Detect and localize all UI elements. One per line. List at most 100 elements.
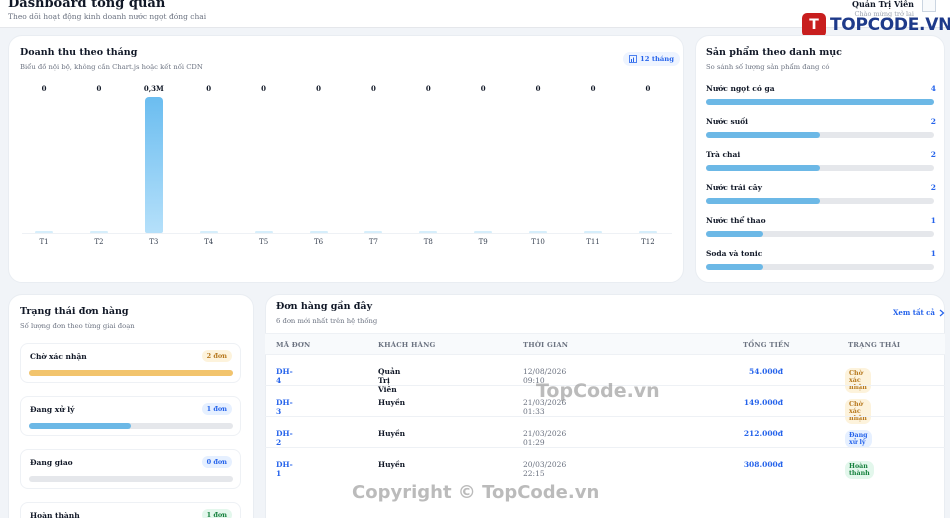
category-track bbox=[706, 264, 934, 270]
status-track bbox=[29, 423, 233, 429]
status-fill bbox=[29, 423, 131, 429]
category-name: Soda và tonic bbox=[706, 249, 763, 258]
order-status-title: Trạng thái đơn hàng bbox=[20, 306, 129, 317]
category-track bbox=[706, 99, 934, 105]
order-total: 212.000đ bbox=[743, 429, 783, 438]
bar-value-label: 0 bbox=[535, 84, 541, 93]
bar-t6 bbox=[309, 231, 328, 233]
x-tick-label: T8 bbox=[423, 238, 433, 246]
category-track bbox=[706, 132, 934, 138]
orders-table-header bbox=[265, 333, 945, 355]
category-row: Nước suối 2 bbox=[706, 117, 936, 147]
bar-t3 bbox=[144, 97, 163, 233]
order-customer: Huyền bbox=[378, 398, 406, 407]
category-row: Trà chai 2 bbox=[706, 150, 936, 180]
x-tick-label: T3 bbox=[149, 238, 159, 246]
status-item[interactable]: Đang giao 0 đơn bbox=[20, 449, 241, 489]
x-tick-label: T1 bbox=[39, 238, 49, 246]
row-divider bbox=[265, 416, 945, 417]
category-track bbox=[706, 198, 934, 204]
category-name: Trà chai bbox=[706, 150, 741, 159]
logo-mark-icon: T bbox=[802, 13, 826, 37]
period-filter-label: 12 tháng bbox=[640, 55, 675, 63]
status-item[interactable]: Đang xử lý 1 đơn bbox=[20, 396, 241, 436]
x-tick-label: T7 bbox=[368, 238, 378, 246]
x-tick-label: T5 bbox=[259, 238, 269, 246]
order-id-link[interactable]: DH-2 bbox=[276, 429, 293, 447]
x-tick-label: T9 bbox=[478, 238, 488, 246]
bar-value-label: 0,3M bbox=[143, 84, 164, 93]
status-fill bbox=[29, 370, 233, 376]
page-title: Dashboard tổng quan bbox=[8, 0, 166, 11]
bar-t8 bbox=[419, 231, 438, 233]
order-status-badge: Chờ xác nhận bbox=[845, 399, 871, 424]
category-fill bbox=[706, 132, 820, 138]
category-count: 1 bbox=[930, 216, 936, 225]
bar-value-label: 0 bbox=[370, 84, 376, 93]
bar-value-label: 0 bbox=[96, 84, 102, 93]
status-name: Chờ xác nhận bbox=[30, 352, 87, 361]
bar-t7 bbox=[364, 231, 383, 233]
bar-t9 bbox=[474, 231, 493, 233]
watermark-copyright: Copyright © TopCode.vn bbox=[352, 482, 600, 503]
category-count: 2 bbox=[930, 150, 936, 159]
chart-baseline bbox=[22, 233, 672, 234]
bar-t1 bbox=[35, 231, 53, 233]
status-item[interactable]: Chờ xác nhận 2 đơn bbox=[20, 343, 241, 383]
bar-t5 bbox=[254, 231, 273, 233]
category-fill bbox=[706, 165, 820, 171]
order-total: 54.000đ bbox=[749, 367, 783, 376]
order-status-badge: Hoàn thành bbox=[845, 461, 874, 479]
order-id-link[interactable]: DH-4 bbox=[276, 367, 293, 385]
status-name: Đang xử lý bbox=[30, 405, 75, 414]
x-tick-label: T2 bbox=[94, 238, 104, 246]
col-header-total: TỔNG TIỀN bbox=[743, 341, 790, 349]
user-avatar-icon[interactable] bbox=[922, 0, 936, 12]
order-customer: Huyền bbox=[378, 460, 406, 469]
period-filter-button[interactable]: 12 tháng bbox=[623, 52, 681, 66]
x-tick-label: T12 bbox=[641, 238, 655, 246]
bar-t12 bbox=[638, 231, 657, 233]
bar-value-label: 0 bbox=[206, 84, 212, 93]
bar-value-label: 0 bbox=[425, 84, 431, 93]
logo-text: TOPCODE.VN bbox=[830, 15, 950, 35]
status-item[interactable]: Hoàn thành 1 đơn bbox=[20, 502, 241, 518]
category-subtitle: So sánh số lượng sản phẩm đang có bbox=[706, 63, 830, 71]
bar-t2 bbox=[89, 231, 108, 233]
order-total: 149.000đ bbox=[743, 398, 783, 407]
col-header-id: MÃ ĐƠN bbox=[276, 341, 311, 349]
category-count: 2 bbox=[930, 117, 936, 126]
col-header-customer: KHÁCH HÀNG bbox=[378, 341, 436, 349]
category-row: Soda và tonic 1 bbox=[706, 249, 936, 279]
user-name[interactable]: Quản Trị Viên bbox=[852, 0, 914, 9]
order-id-link[interactable]: DH-3 bbox=[276, 398, 293, 416]
order-status-subtitle: Số lượng đơn theo từng giai đoạn bbox=[20, 322, 135, 330]
category-row: Nước thể thao 1 bbox=[706, 216, 936, 246]
bar-value-label: 0 bbox=[316, 84, 321, 93]
category-row: Nước trái cây 2 bbox=[706, 183, 936, 213]
category-count: 2 bbox=[930, 183, 936, 192]
category-title: Sản phẩm theo danh mục bbox=[706, 47, 842, 58]
revenue-subtitle: Biểu đồ nội bộ, không cần Chart.js hoặc … bbox=[20, 63, 203, 71]
category-row: Nước ngọt có ga 4 bbox=[706, 84, 936, 114]
revenue-title: Doanh thu theo tháng bbox=[20, 47, 138, 58]
status-count-badge: 0 đơn bbox=[201, 456, 232, 468]
category-name: Nước thể thao bbox=[706, 216, 766, 225]
recent-orders-subtitle: 6 đơn mới nhất trên hệ thống bbox=[276, 317, 378, 325]
category-count: 4 bbox=[930, 84, 936, 93]
view-all-link[interactable]: Xem tất cả bbox=[893, 308, 945, 317]
bar-t4 bbox=[199, 231, 218, 233]
category-fill bbox=[706, 198, 820, 204]
bar-value-label: 0 bbox=[480, 84, 486, 93]
recent-orders-title: Đơn hàng gần đây bbox=[276, 301, 373, 312]
row-divider bbox=[265, 447, 945, 448]
col-header-status: TRẠNG THÁI bbox=[848, 341, 901, 349]
category-count: 1 bbox=[930, 249, 936, 258]
order-id-link[interactable]: DH-1 bbox=[276, 460, 293, 478]
col-header-time: THỜI GIAN bbox=[523, 341, 569, 349]
status-count-badge: 1 đơn bbox=[201, 403, 232, 415]
status-name: Đang giao bbox=[30, 458, 73, 467]
category-track bbox=[706, 165, 934, 171]
order-status-badge: Chờ xác nhận bbox=[845, 368, 871, 393]
bar-value-label: 0 bbox=[41, 84, 47, 93]
